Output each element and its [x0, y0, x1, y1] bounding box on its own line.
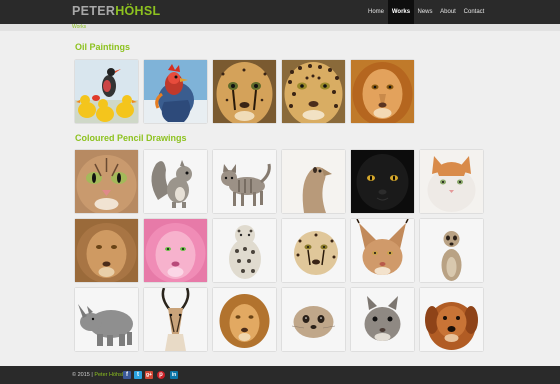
site-logo[interactable]: PETERHÖHSL	[72, 4, 160, 19]
artwork-cat-face[interactable]	[75, 150, 138, 213]
facebook-icon[interactable]: f	[123, 371, 131, 379]
artwork-meerkat-face[interactable]	[282, 288, 345, 351]
section-title-coloured-pencil-drawings: Coloured Pencil Drawings	[75, 133, 187, 143]
artwork-colourful-rooster[interactable]	[144, 60, 207, 123]
artwork-pink-lion[interactable]	[144, 219, 207, 282]
nav-contact[interactable]: Contact	[460, 0, 488, 24]
footer: © 2015 | Peter Höhsl f t g+ p in	[0, 366, 560, 384]
artwork-dog[interactable]	[420, 288, 483, 351]
nav-news[interactable]: News	[414, 0, 436, 24]
nav-works[interactable]: Works	[388, 0, 414, 24]
footer-copyright: © 2015 | Peter Höhsl	[72, 366, 123, 384]
artwork-rhino[interactable]	[75, 288, 138, 351]
linkedin-icon[interactable]: in	[170, 371, 178, 379]
breadcrumb-works[interactable]: Works	[72, 24, 86, 31]
artwork-gazelle[interactable]	[144, 288, 207, 351]
artwork-meerkat-profile[interactable]	[282, 150, 345, 213]
artwork-lion-face[interactable]	[351, 60, 414, 123]
nav-about[interactable]: About	[437, 0, 459, 24]
artwork-lion-face-pencil[interactable]	[75, 219, 138, 282]
breadcrumb: Works	[0, 24, 560, 31]
artwork-rubber-ducks-and-bird[interactable]	[75, 60, 138, 123]
artwork-ginger-white-cat[interactable]	[420, 150, 483, 213]
logo-text-last: HÖHSL	[115, 4, 161, 18]
copyright-text: © 2015 |	[72, 372, 93, 378]
pinterest-icon[interactable]: p	[157, 371, 165, 379]
google-plus-icon[interactable]: g+	[145, 371, 153, 379]
artwork-cheetah-face[interactable]	[213, 60, 276, 123]
artwork-meerkat-standing[interactable]	[420, 219, 483, 282]
twitter-icon[interactable]: t	[134, 371, 142, 379]
footer-name-link[interactable]: Peter Höhsl	[94, 372, 123, 378]
artwork-tabby-kitten[interactable]	[213, 150, 276, 213]
nav-home[interactable]: Home	[364, 0, 388, 24]
logo-text-first: PETER	[72, 4, 116, 18]
top-navigation-bar: PETERHÖHSL Home Works News About Contact	[0, 0, 560, 24]
artwork-lion[interactable]	[213, 288, 276, 351]
artwork-caracal[interactable]	[351, 219, 414, 282]
artwork-snow-leopard[interactable]	[213, 219, 276, 282]
artwork-black-panther[interactable]	[351, 150, 414, 213]
artwork-cheetah-head[interactable]	[282, 219, 345, 282]
artwork-squirrel[interactable]	[144, 150, 207, 213]
artwork-leopard-face[interactable]	[282, 60, 345, 123]
section-title-oil-paintings: Oil Paintings	[75, 42, 131, 52]
artwork-squirrel-face[interactable]	[351, 288, 414, 351]
